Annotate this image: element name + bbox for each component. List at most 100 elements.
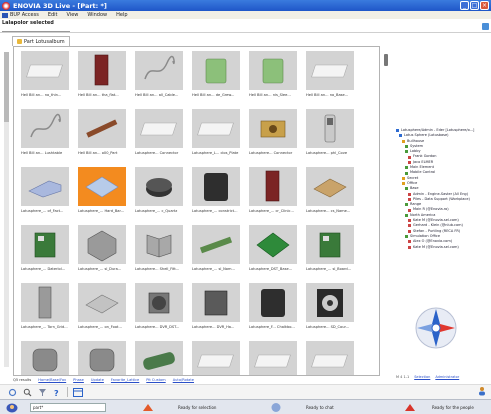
part-thumbnail[interactable]: Lotusphere... cs_Name...: [306, 167, 354, 213]
part-thumbnail[interactable]: Hell Bill an... no_Base...: [306, 51, 354, 97]
part-field[interactable]: part*: [30, 403, 106, 412]
part-thumbnail-image[interactable]: [306, 341, 354, 375]
part-thumbnail-image[interactable]: [192, 51, 240, 90]
part-thumbnail-image[interactable]: [192, 341, 240, 375]
part-thumbnail-image[interactable]: [306, 109, 354, 148]
part-thumbnail[interactable]: Lotusphere_... Hard_Bar...: [78, 167, 126, 213]
part-thumbnail-image[interactable]: [135, 225, 183, 264]
part-thumbnail-image[interactable]: [21, 51, 69, 90]
part-thumbnail[interactable]: [306, 341, 354, 375]
part-thumbnail[interactable]: Lotusphere_... constrict...: [192, 167, 240, 213]
refresh-icon[interactable]: [7, 387, 17, 397]
part-thumbnail[interactable]: Lotusphere_... sl_Dura...: [78, 225, 126, 271]
part-thumbnail-image[interactable]: [21, 225, 69, 264]
part-thumbnail[interactable]: Lotusphere_... sl_Nom...: [192, 225, 240, 271]
part-thumbnail[interactable]: Lotusphere_F... Chalkbo...: [249, 283, 297, 329]
footer-link[interactable]: Update: [91, 378, 104, 382]
part-thumbnail-image[interactable]: [249, 225, 297, 264]
part-thumbnail-image[interactable]: [306, 283, 354, 322]
tab-part-lotusalbum[interactable]: Part Lotusalbum: [12, 36, 70, 46]
part-thumbnail-image[interactable]: [192, 109, 240, 148]
part-thumbnail-image[interactable]: [192, 283, 240, 322]
part-thumbnail[interactable]: Hell Bill an... Lushtable: [21, 109, 69, 155]
part-thumbnail[interactable]: Lotusphere_... c_Quartz: [135, 167, 183, 213]
part-thumbnail-image[interactable]: [78, 341, 126, 375]
part-thumbnail-image[interactable]: [135, 109, 183, 148]
part-thumbnail-image[interactable]: [306, 51, 354, 90]
part-thumbnail-image[interactable]: [192, 167, 240, 206]
part-thumbnail[interactable]: Lotusphere_... sl_Board...: [306, 225, 354, 271]
part-thumbnail-image[interactable]: [306, 167, 354, 206]
grid-scrollbar[interactable]: [383, 46, 389, 376]
part-thumbnail-image[interactable]: [21, 341, 69, 375]
part-thumbnail[interactable]: Hell Bill an... o00_Part: [78, 109, 126, 155]
part-thumbnail[interactable]: Lotusphere... phl_Cove: [306, 109, 354, 155]
menu-item-help[interactable]: Help: [116, 12, 127, 18]
part-thumbnail-image[interactable]: [135, 283, 183, 322]
footer-link[interactable]: Phase: [73, 378, 84, 382]
help-icon[interactable]: ?: [52, 387, 62, 397]
part-thumbnail-image-selected[interactable]: [78, 167, 126, 206]
part-thumbnail[interactable]: Lotusphere_... cr_Clinic...: [249, 167, 297, 213]
part-thumbnail-image[interactable]: [249, 167, 297, 206]
part-thumbnail[interactable]: Lotusphere_... on_Foot...: [78, 283, 126, 329]
menu-item-bup-access[interactable]: BUP Access: [10, 12, 39, 18]
part-thumbnail-image[interactable]: [306, 225, 354, 264]
part-thumbnail-image[interactable]: [249, 341, 297, 375]
part-thumbnail-image[interactable]: [21, 109, 69, 148]
part-thumbnail[interactable]: Lotusphere_... Torn_Grid...: [21, 283, 69, 329]
part-thumbnail[interactable]: [249, 341, 297, 375]
part-thumbnail[interactable]: [78, 341, 126, 375]
part-thumbnail[interactable]: Lotusphere_L... clos_Plate: [192, 109, 240, 155]
tree-item[interactable]: Kate M (@Enovia.sel.com): [396, 245, 489, 250]
zoom-icon[interactable]: [22, 387, 32, 397]
part-thumbnail-image[interactable]: [135, 341, 183, 375]
part-thumbnail[interactable]: [192, 341, 240, 375]
footer-link[interactable]: Pit Custom: [146, 378, 165, 382]
left-scrollbar[interactable]: [4, 52, 9, 367]
user-status-icon[interactable]: [6, 402, 18, 413]
menu-item-window[interactable]: Window: [87, 12, 107, 18]
part-thumbnail-image[interactable]: [135, 51, 183, 90]
part-thumbnail-image[interactable]: [21, 283, 69, 322]
menu-item-edit[interactable]: Edit: [48, 12, 58, 18]
toolbar-tool-icon[interactable]: [482, 23, 489, 30]
footer-link[interactable]: Favorite_Lattice: [111, 378, 139, 382]
part-thumbnail[interactable]: Lotusphere... DVR_Ha...: [192, 283, 240, 329]
part-thumbnail[interactable]: Lotusphere... DVR_DST...: [135, 283, 183, 329]
right-footer-link[interactable]: Selection: [414, 375, 430, 379]
part-thumbnail[interactable]: Hell Bill an... nis_Slee...: [249, 51, 297, 97]
part-thumbnail[interactable]: Lotusphere... SD_Cour...: [306, 283, 354, 329]
part-thumbnail-image[interactable]: [249, 283, 297, 322]
part-thumbnail[interactable]: Lotusphere_... Daterlol...: [21, 225, 69, 271]
part-thumbnail-image[interactable]: [135, 167, 183, 206]
maximize-icon[interactable]: □: [470, 1, 479, 10]
part-thumbnail[interactable]: Lotusphere_... of_Fact...: [21, 167, 69, 213]
part-thumbnail[interactable]: [135, 341, 183, 375]
part-thumbnail-image[interactable]: [78, 283, 126, 322]
left-scrollbar-thumb[interactable]: [4, 52, 9, 122]
grid-scrollbar-thumb[interactable]: [384, 54, 388, 66]
right-footer-link[interactable]: Administrator: [435, 375, 459, 379]
part-thumbnail[interactable]: Hell Bill an... no_thin...: [21, 51, 69, 97]
compass-icon[interactable]: [413, 305, 459, 351]
part-thumbnail-image[interactable]: [192, 225, 240, 264]
part-thumbnail[interactable]: Hell Bill an... de_Grew...: [192, 51, 240, 97]
part-thumbnail-image[interactable]: [249, 51, 297, 90]
part-thumbnail[interactable]: Hell Bill an... all_Cable...: [135, 51, 183, 97]
part-thumbnail[interactable]: Lotusphere... Connector: [135, 109, 183, 155]
filter-icon[interactable]: [37, 387, 47, 397]
part-thumbnail-image[interactable]: [78, 51, 126, 90]
minimize-icon[interactable]: _: [460, 1, 469, 10]
footer-link[interactable]: Auto/Rotate: [173, 378, 194, 382]
part-thumbnail[interactable]: Hell Bill an... tha_flat...: [78, 51, 126, 97]
part-thumbnail[interactable]: Lotusphere_DST_Base...: [249, 225, 297, 271]
people-icon[interactable]: [477, 386, 487, 396]
layout-icon[interactable]: [73, 387, 83, 397]
close-icon[interactable]: ×: [480, 1, 489, 10]
part-thumbnail[interactable]: Lotusphere... Shell_Fitt...: [135, 225, 183, 271]
footer-link[interactable]: Home/Base/Fav: [38, 378, 66, 382]
part-thumbnail-image[interactable]: [21, 167, 69, 206]
part-thumbnail-image[interactable]: [78, 225, 126, 264]
part-thumbnail-image[interactable]: [249, 109, 297, 148]
